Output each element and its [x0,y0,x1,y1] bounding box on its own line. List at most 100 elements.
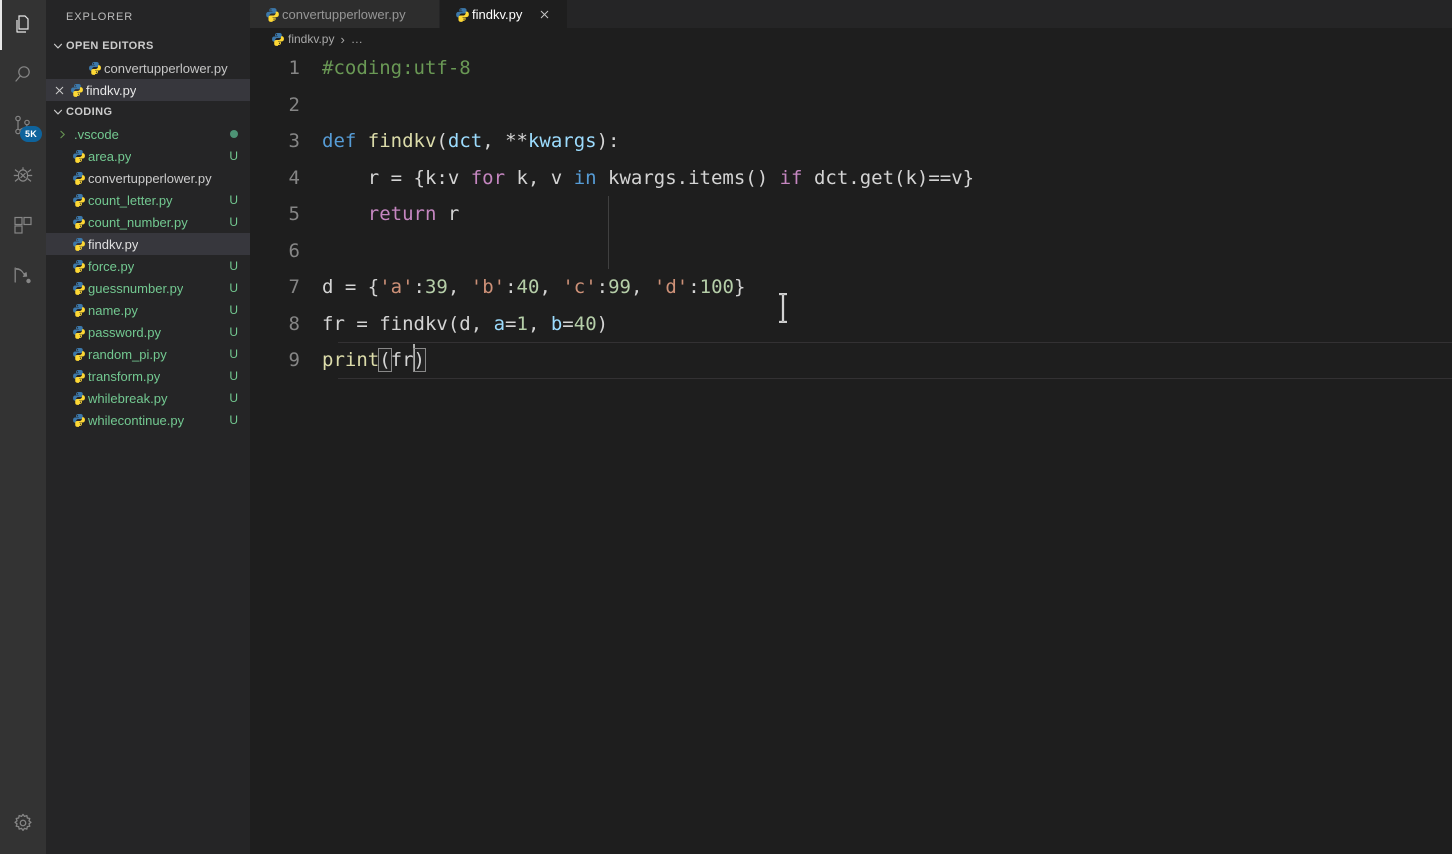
run-debug-icon [11,163,35,187]
code-editor[interactable]: 1 #coding:utf-8 2 3 def findkv(dct, **kw… [250,50,1452,854]
python-icon [452,7,472,22]
tab-label: convertupperlower.py [282,6,406,22]
line-text: r = {k:v for k, v in kwargs.items() if d… [322,166,975,189]
search-icon [11,63,35,87]
line-number: 4 [288,166,300,189]
line-text: return r [367,203,460,225]
line-number: 3 [288,130,300,152]
code-line: 5 return r [250,196,1452,233]
tree-item-force[interactable]: force.py U [46,255,250,277]
git-status-badge: U [229,149,238,163]
sidebar-title: EXPLORER [66,11,134,23]
tree-item-label: transform.py [88,368,161,384]
git-status-badge: U [229,303,238,317]
python-icon [70,237,88,251]
tree-item-label: convertupperlower.py [88,170,212,186]
tree-item-guessnumber[interactable]: guessnumber.py U [46,277,250,299]
file-tree: .vscode area.py U convertupperlower.py c… [46,123,250,431]
activity-item-explorer[interactable] [0,0,46,50]
line-text: #coding:utf-8 [322,57,471,79]
open-editor-item[interactable]: convertupperlower.py [46,57,250,79]
chevron-right-icon[interactable] [54,128,70,141]
line-text: fr = findkv(d, a=1, b=40) [322,312,609,335]
activity-item-extensions[interactable] [0,200,46,250]
tree-item-label: .vscode [74,126,119,142]
close-icon[interactable] [50,84,68,97]
tree-item-random-pi[interactable]: random_pi.py U [46,343,250,365]
python-icon [70,325,88,339]
live-share-icon [11,263,35,287]
activity-item-manage[interactable] [0,798,46,848]
line-number: 5 [288,203,300,225]
section-coding[interactable]: CODING [46,101,250,123]
tree-item-label: password.py [88,324,161,340]
python-icon [70,171,88,185]
python-icon [70,391,88,405]
indent-guide [608,196,609,269]
section-coding-label: CODING [66,106,113,118]
tree-item-label: findkv.py [88,236,139,252]
section-open-editors[interactable]: OPEN EDITORS [46,35,250,57]
open-editors-list: convertupperlower.py findkv.py [46,57,250,101]
tree-item-password[interactable]: password.py U [46,321,250,343]
python-icon [70,149,88,163]
tree-item-convertupperlower[interactable]: convertupperlower.py [46,167,250,189]
manage-gear-icon [12,812,34,834]
tree-item-vscode[interactable]: .vscode [46,123,250,145]
tree-item-area[interactable]: area.py U [46,145,250,167]
tab-findkv[interactable]: findkv.py [440,0,568,28]
tree-item-transform[interactable]: transform.py U [46,365,250,387]
breadcrumb-separator: › [340,31,345,47]
git-status-badge: U [229,413,238,427]
activity-item-run-debug[interactable] [0,150,46,200]
tree-item-label: whilecontinue.py [88,412,185,428]
python-icon [70,193,88,207]
python-icon [70,413,88,427]
python-icon [262,7,282,22]
vscode-window: 5K EXPLORER OPEN EDITORS convertupperlow… [0,0,1452,854]
line-number: 8 [288,312,300,335]
tree-item-count-number[interactable]: count_number.py U [46,211,250,233]
line-text: print(fr) [322,342,427,379]
tree-item-label: guessnumber.py [88,280,184,296]
python-icon [86,61,104,75]
source-control-badge: 5K [20,126,42,142]
tab-convertupperlower[interactable]: convertupperlower.py [250,0,440,28]
python-icon [70,303,88,317]
code-line: 2 [250,87,1452,124]
tree-item-label: whilebreak.py [88,390,168,406]
editor-area: convertupperlower.py findkv.py findkv.py [250,0,1452,854]
tree-item-name[interactable]: name.py U [46,299,250,321]
python-icon [70,347,88,361]
close-icon[interactable] [536,6,552,22]
breadcrumb: findkv.py › … [250,28,1452,50]
tree-item-label: count_number.py [88,214,188,230]
line-text: def findkv(dct, **kwargs): [322,130,620,152]
python-icon [268,32,288,46]
activity-item-live-share[interactable] [0,250,46,300]
breadcrumb-more[interactable]: … [351,32,363,46]
section-open-editors-label: OPEN EDITORS [66,40,154,52]
tree-item-count-letter[interactable]: count_letter.py U [46,189,250,211]
git-status-badge: U [229,347,238,361]
python-icon [70,369,88,383]
activity-bar: 5K [0,0,46,854]
tree-item-findkv[interactable]: findkv.py [46,233,250,255]
activity-item-source-control[interactable]: 5K [0,100,46,150]
chevron-down-icon [50,35,66,57]
line-number: 7 [288,276,300,298]
line-text: d = {'a':39, 'b':40, 'c':99, 'd':100} [322,276,746,298]
activity-item-search[interactable] [0,50,46,100]
tree-item-whilecontinue[interactable]: whilecontinue.py U [46,409,250,431]
breadcrumb-file[interactable]: findkv.py [288,32,334,46]
code-line-current: 9 print(fr) [250,342,1452,379]
tab-label: findkv.py [472,6,523,22]
code-line: 1 #coding:utf-8 [250,50,1452,87]
open-editor-item[interactable]: findkv.py [46,79,250,101]
python-icon [68,83,86,97]
tree-item-label: random_pi.py [88,346,167,362]
tree-item-whilebreak[interactable]: whilebreak.py U [46,387,250,409]
git-status-badge: U [229,325,238,339]
tabbar-filler [568,0,1452,28]
line-number: 6 [288,239,300,262]
